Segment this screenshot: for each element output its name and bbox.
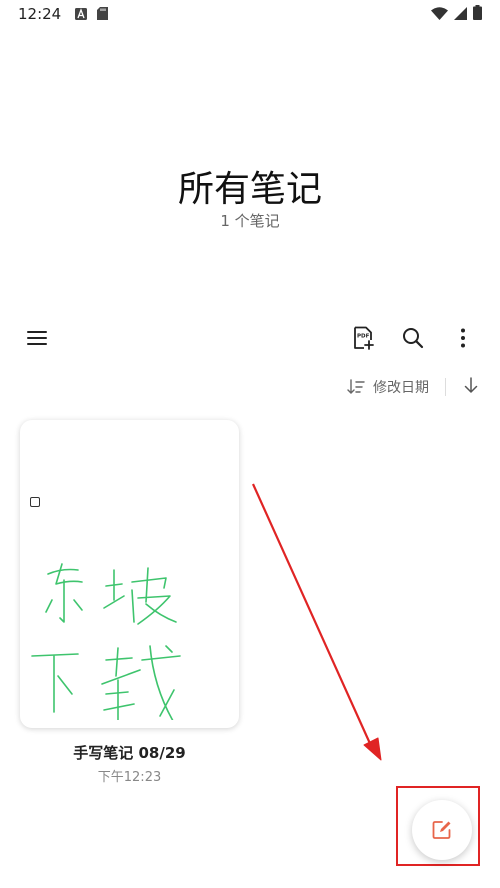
compose-icon xyxy=(432,821,451,839)
note-count: 1 个笔记 xyxy=(220,212,280,230)
sort-options-button[interactable]: 修改日期 xyxy=(347,377,429,397)
wifi-icon xyxy=(431,5,448,24)
status-time: 12:24 xyxy=(18,5,62,23)
new-note-button[interactable] xyxy=(412,800,472,860)
menu-icon xyxy=(27,331,47,345)
sd-card-icon xyxy=(97,5,109,24)
note-card[interactable] xyxy=(20,420,239,728)
note-title: 手写笔记 08/29 xyxy=(73,744,186,762)
battery-icon xyxy=(473,4,482,24)
toolbar: PDF xyxy=(0,318,500,358)
svg-text:PDF: PDF xyxy=(357,334,370,340)
checkbox-icon xyxy=(30,497,40,507)
signal-icon xyxy=(454,5,467,24)
sort-row: 修改日期 xyxy=(347,374,478,400)
sort-label: 修改日期 xyxy=(373,380,429,396)
a-notification-icon xyxy=(75,5,88,24)
import-pdf-icon: PDF xyxy=(354,326,374,350)
sort-icon xyxy=(347,379,365,394)
more-vertical-icon xyxy=(461,328,465,348)
note-timestamp: 下午12:23 xyxy=(97,770,162,785)
page-title: 所有笔记 xyxy=(177,169,322,210)
more-options-button[interactable] xyxy=(448,323,478,353)
handwriting-preview xyxy=(31,563,181,720)
import-pdf-button[interactable]: PDF xyxy=(348,323,378,353)
status-bar: 12:24 xyxy=(0,0,500,28)
search-button[interactable] xyxy=(398,323,428,353)
search-icon xyxy=(403,328,424,349)
sort-divider xyxy=(445,378,446,396)
sort-direction-button[interactable] xyxy=(464,377,478,397)
arrow-down-icon xyxy=(464,377,478,393)
menu-button[interactable] xyxy=(22,323,52,353)
